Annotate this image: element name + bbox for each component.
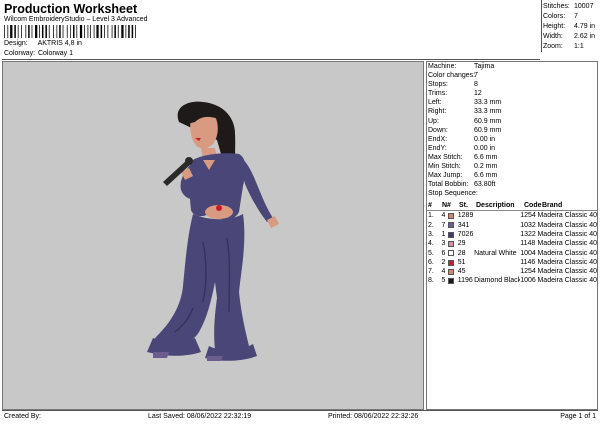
footer-created-by: Created By: xyxy=(4,413,41,420)
software-name: Wilcom EmbroideryStudio – Level 3 Advanc… xyxy=(4,16,148,23)
machine-info-row: Min Stitch: 0.2 mm xyxy=(428,163,498,171)
header-divider xyxy=(2,59,540,60)
design-label: Design: xyxy=(4,40,28,47)
color-swatch xyxy=(448,278,455,285)
worksheet-title: Production Worksheet xyxy=(4,2,138,16)
stat-width: Width: 2.62 in xyxy=(543,33,596,40)
stop-sequence-row: 7. 4 45 1254 Madeira Classic 40 xyxy=(428,268,597,276)
design-value: AKTRIS 4,8 in xyxy=(37,40,82,47)
machine-info-row: EndY: 0.00 in xyxy=(428,144,496,152)
stop-sequence-title: Stop Sequence: xyxy=(428,190,478,198)
color-swatch xyxy=(448,268,455,275)
machine-info-row: Down: 60.9 mm xyxy=(428,126,502,134)
stat-height: Height: 4.79 in xyxy=(543,23,596,30)
machine-info-row: Right: 33.3 mm xyxy=(428,108,502,116)
colorway-value: Colorway 1 xyxy=(37,50,73,57)
machine-info-row: Max Jump: 6.6 mm xyxy=(428,172,498,180)
stop-sequence-row: 5. 6 28 Natural White 1004 Madeira Classic 40 xyxy=(428,249,597,257)
machine-info-row: Max Stitch: 6.6 mm xyxy=(428,153,498,161)
top-stats: Stitches: 10007 Colors: 7 Height: 4.79 in W… xyxy=(543,2,600,52)
stat-colors: Colors: 7 xyxy=(543,13,578,20)
footer-last-saved: Last Saved: 08/06/2022 22:32:19 xyxy=(148,413,252,420)
color-swatch xyxy=(448,222,455,229)
embroidery-figure xyxy=(147,101,279,361)
stop-sequence-row: 8. 5 1196 Diamond Black 1006 Madeira Classic … xyxy=(428,277,597,285)
color-swatch xyxy=(448,240,455,247)
stop-sequence-row: 6. 2 51 1146 Madeira Classic 40 xyxy=(428,258,597,266)
footer-printed: Printed: 08/06/2022 22:32:26 xyxy=(328,413,419,420)
stop-sequence-header: # N# St. Description Code Brand xyxy=(427,201,597,212)
design-preview xyxy=(2,61,424,410)
stop-sequence-row: 4. 3 29 1148 Madeira Classic 40 xyxy=(428,240,597,248)
machine-info-row: Stops: 8 xyxy=(428,81,478,89)
design-line: Design: AKTRIS 4,8 in xyxy=(4,40,82,47)
stat-zoom: Zoom: 1:1 xyxy=(543,43,584,50)
machine-info-row: Total Bobbin: 63.80ft xyxy=(428,181,496,189)
machine-info-row: Trims: 12 xyxy=(428,90,482,98)
machine-info-row: Color changes:7 xyxy=(428,72,478,80)
figure-legs xyxy=(153,214,249,353)
info-panel: Machine: Tajima Color changes:7 Stops: 8 Trim… xyxy=(426,61,598,410)
machine-info-row: Left: 33.3 mm xyxy=(428,99,502,107)
figure-right-arm xyxy=(239,156,273,222)
color-swatch xyxy=(448,259,455,266)
machine-info-row: Machine: Tajima xyxy=(428,63,495,70)
footer-page: Page 1 of 1 xyxy=(560,413,596,420)
stop-sequence-row: 2. 7 341 1032 Madeira Classic 40 xyxy=(428,221,597,229)
barcode xyxy=(4,25,136,38)
colorway-line: Colorway: Colorway 1 xyxy=(4,50,73,57)
footer: Created By: Last Saved: 08/06/2022 22:32… xyxy=(2,410,598,423)
stats-divider xyxy=(541,0,542,52)
color-swatch xyxy=(448,250,455,257)
color-swatch xyxy=(448,213,455,220)
colorway-label: Colorway: xyxy=(4,50,36,57)
stat-stitches: Stitches: 10007 xyxy=(543,3,594,10)
machine-info-row: EndX: 0.00 in xyxy=(428,135,496,143)
stop-sequence-row: 1. 4 1289 1254 Madeira Classic 40 xyxy=(428,212,597,220)
color-swatch xyxy=(448,231,455,238)
stop-sequence-row: 3. 1 7026 1322 Madeira Classic 40 xyxy=(428,231,597,238)
machine-info-row: Up: 60.9 mm xyxy=(428,117,502,125)
